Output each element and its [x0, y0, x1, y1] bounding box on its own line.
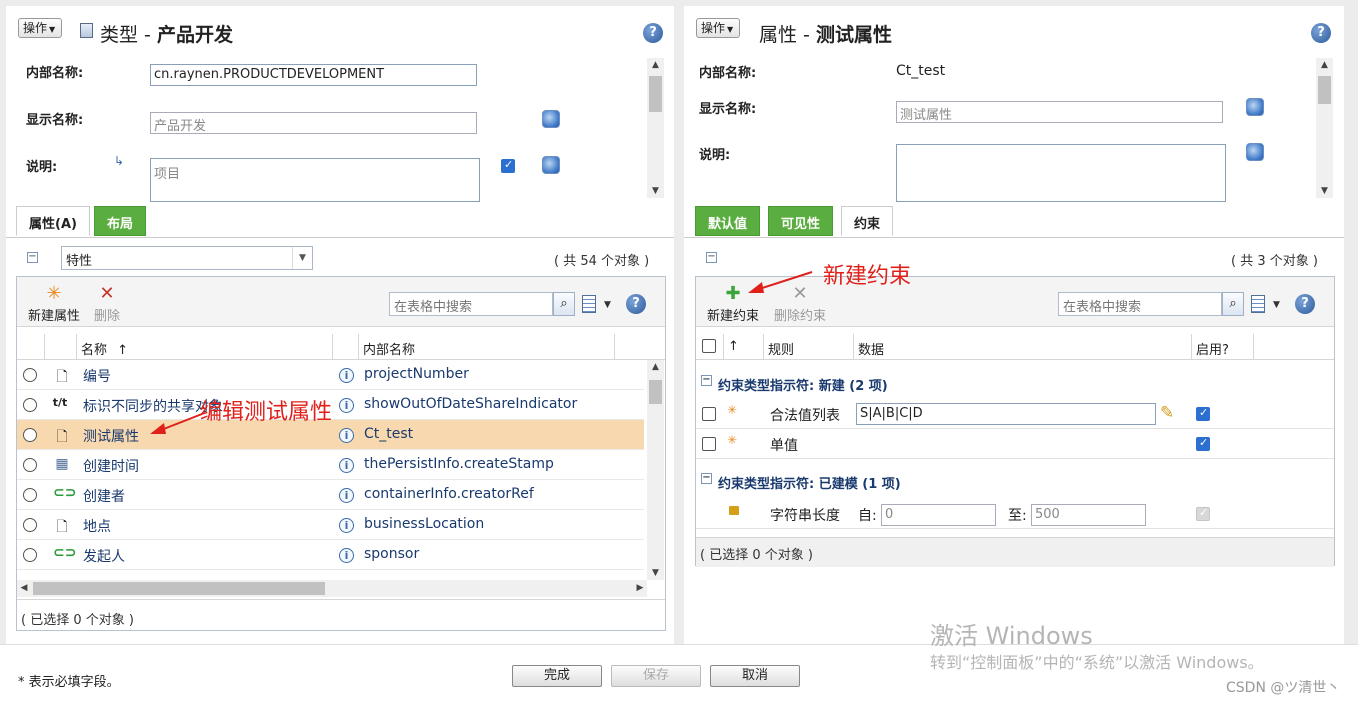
activation-watermark-text: 转到“控制面板”中的“系统”以激活 Windows。 — [930, 653, 1264, 672]
credit-watermark: CSDN @ツ清世丶 — [1226, 680, 1341, 696]
cancel-button[interactable]: 取消 — [710, 665, 800, 687]
activation-watermark-title: 激活 Windows — [930, 622, 1093, 650]
save-button[interactable]: 保存 — [611, 665, 701, 687]
annotation-arrow — [150, 413, 203, 434]
finish-button[interactable]: 完成 — [512, 665, 602, 687]
attribute-pane: 操作 ▼ 属性 - 测试属性 ? 内部名称: Ct_test 显示名称: 测试属性… — [684, 6, 1344, 644]
annotation-arrow — [748, 271, 813, 293]
type-pane: 操作 ▼ 类型 - 产品开发 ? 内部名称: cn.raynen.PRODUCTD… — [6, 6, 674, 644]
required-note: * 表示必填字段。 — [18, 675, 120, 690]
